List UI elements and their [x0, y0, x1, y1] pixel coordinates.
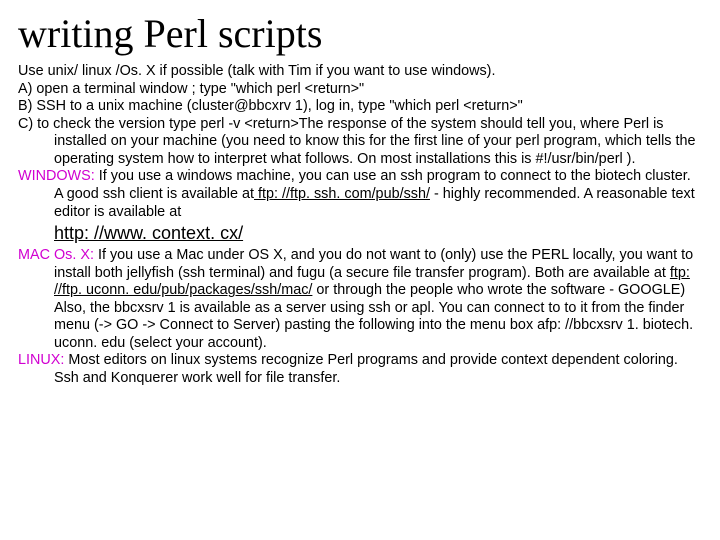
ssh-link[interactable]: ftp: //ftp. ssh. com/pub/ssh/	[254, 186, 430, 202]
mac-text-1: If you use a Mac under OS X, and you do …	[54, 247, 693, 281]
page-title: writing Perl scripts	[18, 10, 702, 57]
body-text: Use unix/ linux /Os. X if possible (talk…	[18, 63, 702, 388]
linux-section: LINUX: Most editors on linux systems rec…	[18, 352, 702, 387]
item-b: B) SSH to a unix machine (cluster@bbcxrv…	[18, 98, 702, 116]
windows-section: WINDOWS: If you use a windows machine, y…	[18, 168, 702, 221]
item-a: A) open a terminal window ; type "which …	[18, 81, 702, 99]
windows-label: WINDOWS:	[18, 168, 95, 184]
linux-label: LINUX:	[18, 352, 64, 368]
linux-text: Most editors on linux systems recognize …	[54, 352, 678, 386]
context-link[interactable]: http: //www. context. cx/	[18, 223, 702, 245]
mac-section: MAC Os. X: If you use a Mac under OS X, …	[18, 247, 702, 352]
mac-label: MAC Os. X:	[18, 247, 94, 263]
item-c: C) to check the version type perl -v <re…	[18, 116, 702, 169]
intro-line: Use unix/ linux /Os. X if possible (talk…	[18, 63, 702, 81]
